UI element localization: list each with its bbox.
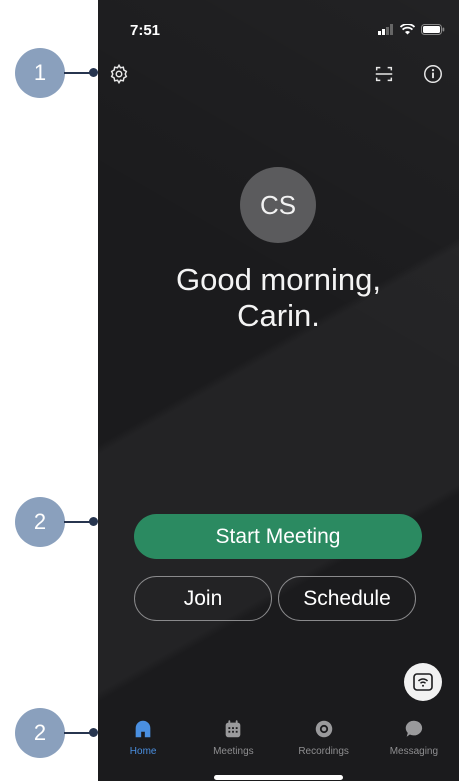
tab-home[interactable]: Home: [98, 712, 188, 772]
wifi-icon: [400, 24, 415, 35]
home-icon: [135, 720, 151, 738]
schedule-button[interactable]: Schedule: [278, 576, 416, 621]
greeting-line-1: Good morning,: [175, 262, 382, 297]
share-screen-button[interactable]: [404, 663, 442, 701]
background-sheen: [98, 0, 459, 781]
start-meeting-button[interactable]: Start Meeting: [134, 514, 422, 559]
callout-2-tabbar: 2: [15, 708, 65, 758]
calendar-icon: [226, 720, 241, 738]
info-icon[interactable]: [422, 63, 444, 85]
callout-1: 1: [15, 48, 65, 98]
home-indicator[interactable]: [214, 775, 343, 780]
tab-recordings-label: Recordings: [298, 746, 349, 757]
greeting: Good morning, Carin.: [98, 262, 459, 334]
recordings-icon: [315, 720, 332, 738]
tab-meetings-label: Meetings: [213, 746, 254, 757]
join-button[interactable]: Join: [134, 576, 272, 621]
share-screen-icon: [413, 673, 433, 691]
battery-icon: [421, 24, 445, 35]
status-icons: [378, 24, 445, 35]
status-time: 7:51: [130, 22, 161, 39]
greeting-line-2: Carin.: [237, 298, 320, 333]
tab-messaging[interactable]: Messaging: [369, 712, 459, 772]
signal-icon: [378, 24, 393, 35]
tab-meetings[interactable]: Meetings: [188, 712, 278, 772]
tab-bar: Home Meetings Recordings Messaging: [98, 712, 459, 772]
callout-2-tabbar-dot: [89, 728, 98, 737]
callout-1-dot: [89, 68, 98, 77]
scan-icon[interactable]: [373, 63, 395, 85]
callout-2-actions: 2: [15, 497, 65, 547]
settings-gear-icon[interactable]: [108, 63, 130, 85]
tab-messaging-label: Messaging: [389, 746, 439, 757]
callout-2-actions-dot: [89, 517, 98, 526]
phone-screen: 7:51 CS Good morning, Carin. Start Meeti…: [98, 0, 459, 781]
tab-recordings[interactable]: Recordings: [279, 712, 369, 772]
avatar[interactable]: CS: [240, 167, 316, 243]
chat-bubble-icon: [405, 720, 422, 737]
tab-home-label: Home: [129, 746, 157, 757]
